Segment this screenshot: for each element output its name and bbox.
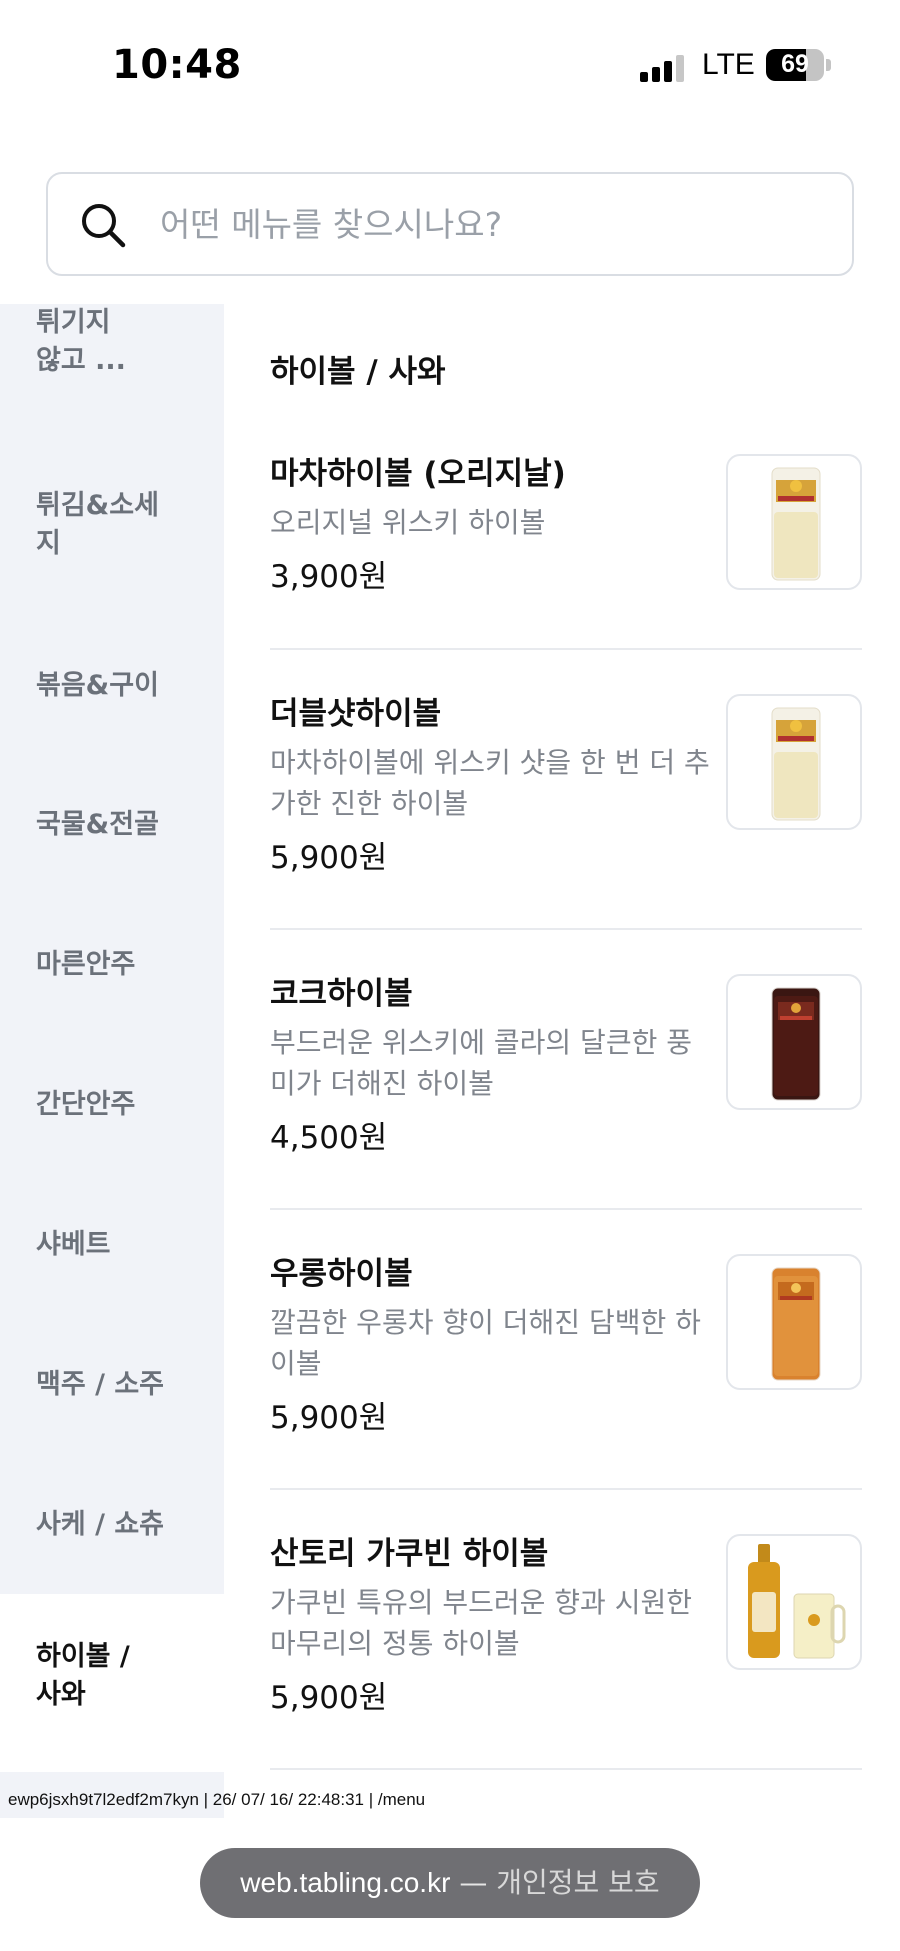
category-item[interactable]: 샤베트: [0, 1226, 224, 1264]
category-label: 샤베트: [36, 1229, 111, 1260]
category-label: 튀김&소세 지: [36, 490, 159, 559]
category-label: 국물&전골: [36, 809, 159, 840]
category-label: 맥주 / 소주: [36, 1369, 165, 1400]
coke-highball-image: [726, 974, 862, 1110]
url-separator: —: [459, 1866, 488, 1899]
menu-item-price: 5,900원: [270, 1680, 388, 1716]
category-label: 마른안주: [36, 949, 136, 980]
search-icon: [82, 204, 126, 248]
menu-item-price: 4,500원: [270, 1120, 388, 1156]
oolong-highball-image: [726, 1254, 862, 1390]
category-label: 볶음&구이: [36, 670, 159, 701]
menu-item[interactable]: 더블샷하이볼 마차하이볼에 위스키 샷을 한 번 더 추가한 진한 하이볼 5,…: [270, 692, 862, 972]
category-item[interactable]: 볶음&구이: [0, 667, 224, 705]
category-item[interactable]: 튀기지 않고 ...: [0, 304, 224, 380]
browser-url-pill[interactable]: web.tabling.co.kr — 개인정보 보호: [200, 1848, 700, 1918]
divider: [270, 1768, 862, 1770]
status-time: 10:48: [112, 42, 242, 88]
category-label: 사케 / 쇼츄: [36, 1509, 165, 1540]
menu-item-price: 3,900원: [270, 559, 388, 595]
category-item[interactable]: 튀김&소세 지: [0, 487, 224, 563]
section-title: 하이볼 / 사와: [270, 354, 446, 390]
divider: [270, 928, 862, 930]
menu-item-name: 더블샷하이볼: [270, 696, 442, 732]
category-item-active[interactable]: 하이볼 / 사와: [0, 1594, 224, 1772]
url-domain: web.tabling.co.kr: [240, 1867, 451, 1898]
battery-icon: 69: [766, 49, 824, 81]
menu-item-name: 마차하이볼 (오리지날): [270, 456, 566, 492]
menu-item[interactable]: 우롱하이볼 깔끔한 우롱차 향이 더해진 담백한 하이볼 5,900원: [270, 1252, 862, 1532]
menu-item-price: 5,900원: [270, 840, 388, 876]
menu-item-description: 부드러운 위스키에 콜라의 달큰한 풍미가 더해진 하이볼: [270, 1026, 693, 1100]
menu-item[interactable]: 산토리 가쿠빈 하이볼 가쿠빈 특유의 부드러운 향과 시원한 마무리의 정통 …: [270, 1532, 862, 1812]
menu-item-description: 마차하이볼에 위스키 샷을 한 번 더 추가한 진한 하이볼: [270, 746, 710, 820]
highball-glass-image: [726, 694, 862, 830]
divider: [270, 1488, 862, 1490]
category-label: 튀기지 않고 ...: [36, 307, 126, 376]
category-item[interactable]: 마른안주: [0, 946, 224, 984]
debug-info-text: ewp6jsxh9t7l2edf2m7kyn | 26/ 07/ 16/ 22:…: [8, 1790, 426, 1809]
kakubin-bottle-image: [726, 1534, 862, 1670]
category-label: 간단안주: [36, 1089, 136, 1120]
search-input[interactable]: [160, 174, 820, 274]
menu-item-name: 산토리 가쿠빈 하이볼: [270, 1536, 549, 1572]
menu-item[interactable]: 마차하이볼 (오리지날) 오리지널 위스키 하이볼 3,900원: [270, 452, 862, 732]
menu-item[interactable]: 코크하이볼 부드러운 위스키에 콜라의 달큰한 풍미가 더해진 하이볼 4,50…: [270, 972, 862, 1252]
menu-item-price: 5,900원: [270, 1400, 388, 1436]
category-item[interactable]: 국물&전골: [0, 806, 224, 844]
menu-item-description: 오리지널 위스키 하이볼: [270, 506, 546, 539]
category-sidebar: 튀기지 않고 ... 튀김&소세 지 볶음&구이 국물&전골 마른안주 간단안주…: [0, 304, 224, 1818]
category-item[interactable]: 맥주 / 소주: [0, 1366, 224, 1404]
search-bar[interactable]: [46, 172, 854, 276]
menu-item-description: 가쿠빈 특유의 부드러운 향과 시원한 마무리의 정통 하이볼: [270, 1586, 693, 1660]
divider: [270, 1208, 862, 1210]
menu-item-name: 우롱하이볼: [270, 1256, 413, 1292]
network-type: LTE: [702, 48, 755, 81]
privacy-note: 개인정보 보호: [496, 1866, 660, 1899]
battery-tip: [826, 59, 831, 71]
category-item[interactable]: 사케 / 쇼츄: [0, 1506, 224, 1544]
highball-glass-image: [726, 454, 862, 590]
menu-item-name: 코크하이볼: [270, 976, 413, 1012]
battery-percent: 69: [781, 50, 809, 78]
category-item[interactable]: 간단안주: [0, 1086, 224, 1124]
category-label: 하이볼 / 사와: [36, 1641, 130, 1710]
cellular-signal-icon: [640, 52, 686, 82]
status-bar: 10:48 LTE 69: [0, 0, 900, 130]
divider: [270, 648, 862, 650]
menu-item-description: 깔끔한 우롱차 향이 더해진 담백한 하이볼: [270, 1306, 701, 1380]
